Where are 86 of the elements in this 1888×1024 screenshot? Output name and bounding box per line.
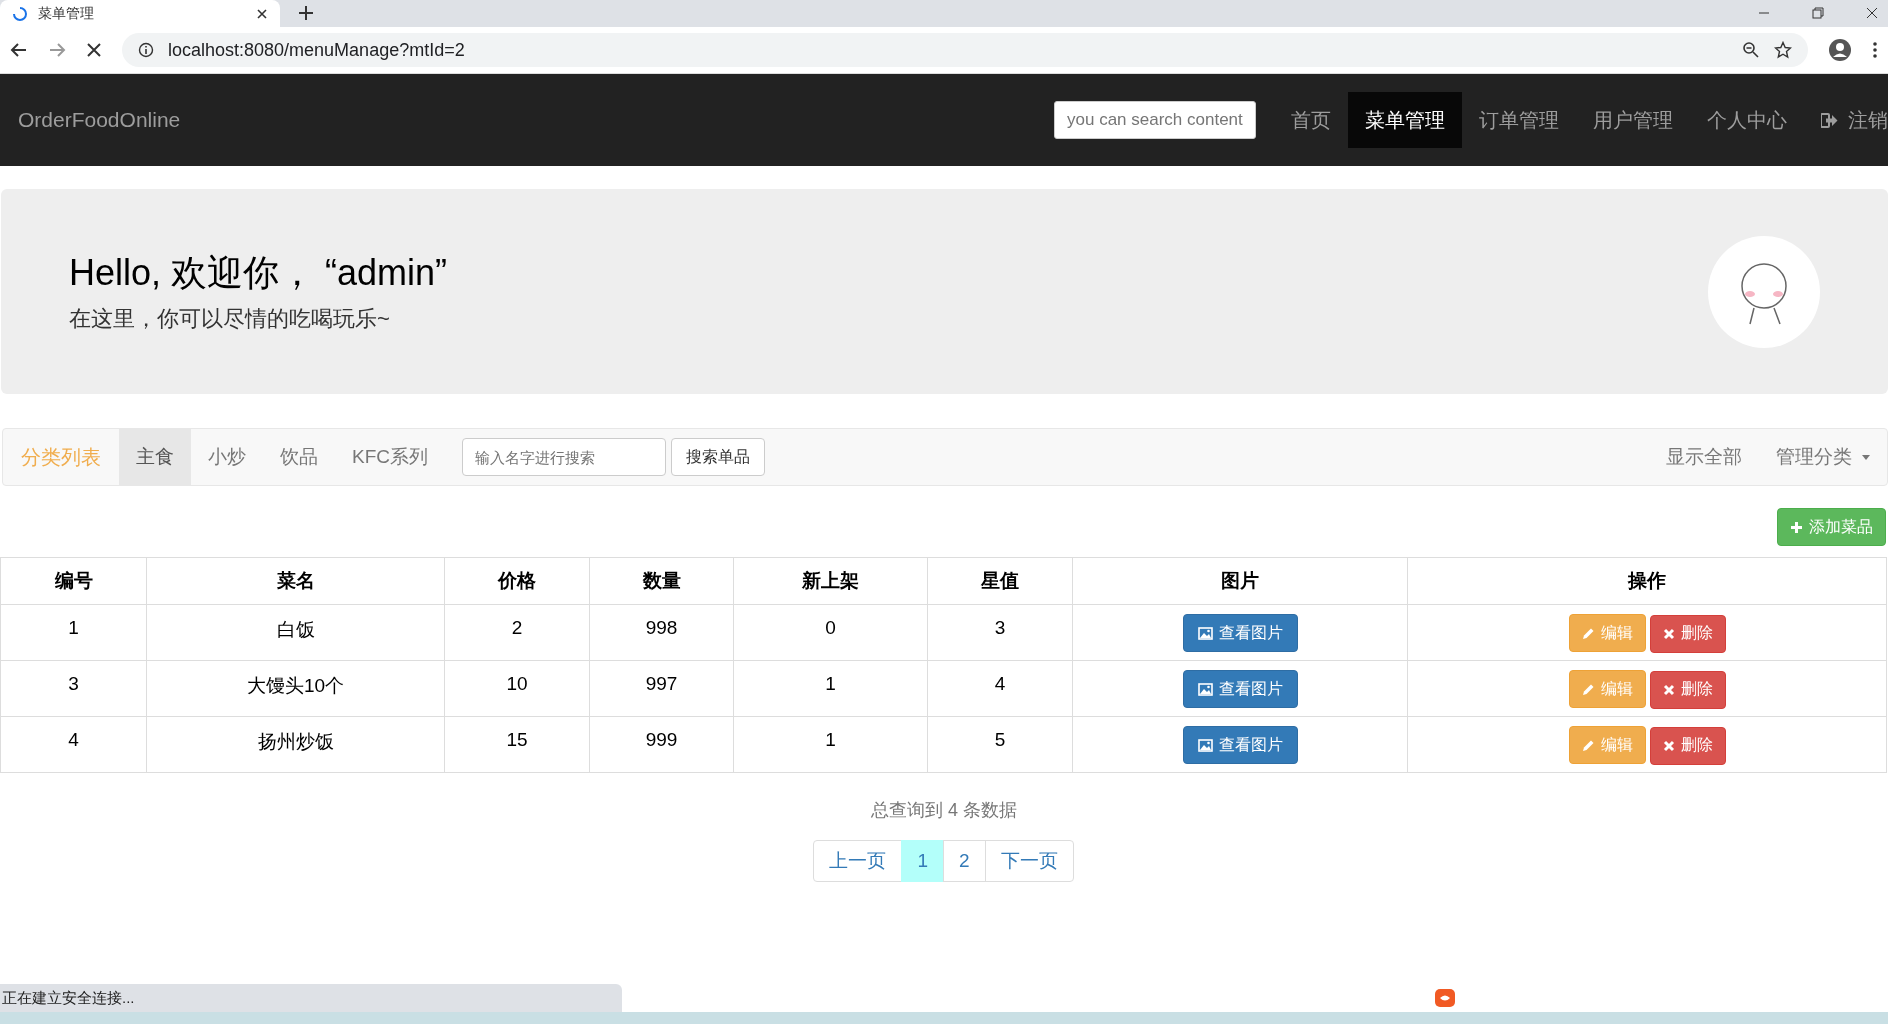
caret-icon <box>1862 454 1870 460</box>
category-tab[interactable]: 小炒 <box>191 429 263 485</box>
column-header: 图片 <box>1072 557 1408 605</box>
manage-dropdown[interactable]: 管理分类 <box>1759 429 1887 485</box>
nav-link[interactable]: 订单管理 <box>1462 92 1576 148</box>
page-link[interactable]: 2 <box>943 840 986 882</box>
result-count: 总查询到 4 条数据 <box>870 799 1018 822</box>
table-cell: 3 <box>927 604 1073 661</box>
star-icon[interactable] <box>1774 41 1792 59</box>
nav-link[interactable]: 用户管理 <box>1576 92 1690 148</box>
pencil-icon <box>1581 682 1595 696</box>
image-icon <box>1197 738 1213 752</box>
table-cell: 998 <box>589 604 734 661</box>
address-bar[interactable]: localhost:8080/menuManage?mtId=2 <box>122 33 1808 67</box>
column-header: 价格 <box>444 557 590 605</box>
zoom-icon[interactable] <box>1742 41 1760 59</box>
table-cell: 10 <box>444 660 590 717</box>
forward-icon[interactable] <box>48 41 66 59</box>
table-cell: 4 <box>0 716 147 773</box>
table-cell: 2 <box>444 604 590 661</box>
table-cell: 4 <box>927 660 1073 717</box>
delete-button[interactable]: 删除 <box>1649 726 1726 765</box>
account-icon[interactable] <box>1828 38 1852 62</box>
table-cell: 扬州炒饭 <box>146 716 445 773</box>
nav-link[interactable]: 首页 <box>1274 92 1348 148</box>
table-cell: 3 <box>0 660 147 717</box>
image-icon <box>1197 682 1213 696</box>
column-header: 编号 <box>0 557 147 605</box>
column-header: 菜名 <box>146 557 445 605</box>
category-title: 分类列表 <box>20 444 102 470</box>
search-button[interactable]: 搜索单品 <box>671 438 765 476</box>
table-cell: 1 <box>733 660 928 717</box>
back-icon[interactable] <box>10 41 28 59</box>
search-field[interactable]: 输入名字进行搜索 <box>462 438 666 476</box>
table-cell: 1 <box>733 716 928 773</box>
search-field[interactable]: you can search content <box>1054 101 1256 139</box>
table-cell: 997 <box>589 660 734 717</box>
page-link[interactable]: 1 <box>901 840 944 882</box>
welcome-title: Hello, 欢迎你， “admin” <box>69 251 448 295</box>
brand-link[interactable]: OrderFoodOnline <box>18 108 181 132</box>
show-all-link[interactable]: 显示全部 <box>1649 429 1759 485</box>
more-icon[interactable] <box>1872 41 1878 59</box>
table-cell: 大馒头10个 <box>146 660 445 717</box>
plus-icon <box>1790 520 1803 534</box>
close-icon <box>1662 683 1675 696</box>
avatar-icon <box>1708 235 1820 348</box>
table-cell: 白饭 <box>146 604 445 661</box>
delete-button[interactable]: 删除 <box>1649 670 1726 709</box>
nav-link[interactable]: 菜单管理 <box>1348 92 1462 148</box>
table-cell: 15 <box>444 716 590 773</box>
column-header: 操作 <box>1407 557 1887 605</box>
close-icon[interactable] <box>1866 7 1878 19</box>
close-icon <box>1662 627 1675 640</box>
info-icon <box>138 42 154 58</box>
close-icon[interactable] <box>256 7 268 20</box>
column-header: 星值 <box>927 557 1073 605</box>
delete-button[interactable]: 删除 <box>1649 614 1726 653</box>
pencil-icon <box>1581 738 1595 752</box>
close-icon <box>1662 739 1675 752</box>
view-image-button[interactable]: 查看图片 <box>1182 726 1298 764</box>
category-tab[interactable]: KFC系列 <box>335 429 445 485</box>
nav-link[interactable]: 个人中心 <box>1690 92 1804 148</box>
stop-icon[interactable] <box>86 42 102 58</box>
table-cell: 5 <box>927 716 1073 773</box>
view-image-button[interactable]: 查看图片 <box>1182 670 1298 708</box>
category-tab[interactable]: 主食 <box>119 429 191 485</box>
browser-tab[interactable]: 菜单管理 <box>0 0 280 27</box>
pencil-icon <box>1581 626 1595 640</box>
input-method-icon[interactable] <box>1434 988 1456 1008</box>
column-header: 新上架 <box>733 557 928 605</box>
loading-icon <box>12 5 28 22</box>
table-cell: 999 <box>589 716 734 773</box>
logout-link[interactable]: 注销 <box>1838 92 1888 148</box>
image-icon <box>1197 626 1213 640</box>
table-cell: 1 <box>0 604 147 661</box>
column-header: 数量 <box>589 557 734 605</box>
welcome-subtitle: 在这里，你可以尽情的吃喝玩乐~ <box>69 305 391 333</box>
next-page-link[interactable]: 下一页 <box>984 840 1074 882</box>
table-cell: 0 <box>733 604 928 661</box>
category-tab[interactable]: 饮品 <box>263 429 335 485</box>
restore-icon[interactable] <box>1812 7 1824 19</box>
add-dish-button[interactable]: 添加菜品 <box>1777 508 1886 546</box>
logout-icon <box>1821 112 1838 128</box>
status-bar: 正在建立安全连接... <box>0 984 622 1012</box>
view-image-button[interactable]: 查看图片 <box>1182 614 1298 652</box>
new-tab-icon[interactable] <box>298 5 314 21</box>
